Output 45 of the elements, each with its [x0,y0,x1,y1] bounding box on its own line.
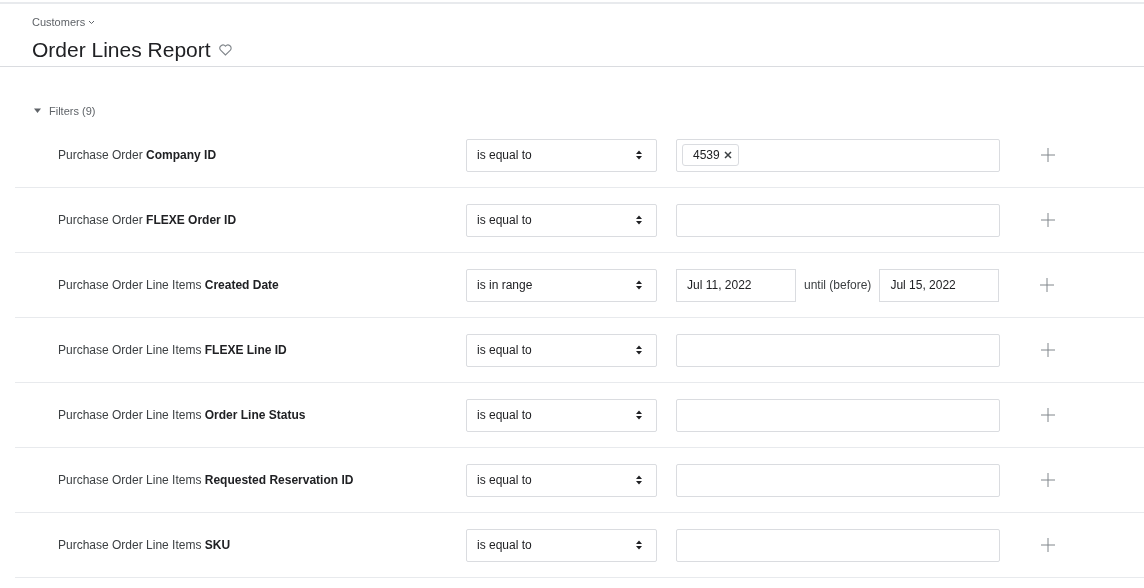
operator-dropdown[interactable]: is equal to [466,333,657,367]
add-icon[interactable] [1040,212,1056,228]
operator-dropdown[interactable]: is equal to [466,398,657,432]
value-field[interactable] [676,333,1000,367]
operator-dropdown[interactable]: is equal to [466,138,657,172]
filter-label: Purchase Order Line Items FLEXE Line ID [57,343,288,357]
filters-toggle[interactable]: Filters (9) [34,105,96,117]
caret-icon [34,108,41,114]
heart-icon[interactable] [218,44,232,56]
operator-dropdown[interactable]: is equal to [466,463,657,497]
filter-label: Purchase Order Line Items Order Line Status [57,408,307,422]
value-field[interactable] [676,203,1000,237]
add-icon[interactable] [1040,472,1056,488]
sort-arrows-icon [636,215,642,225]
chevron-down-icon [88,19,96,25]
operator-dropdown[interactable]: is equal to [466,203,657,237]
sort-arrows-icon [636,150,642,160]
operator-dropdown[interactable]: is in range [466,268,657,302]
sort-arrows-icon [636,280,642,290]
operator-dropdown[interactable]: is equal to [466,528,657,562]
date-field[interactable]: Jul 15, 2022 [879,268,1000,302]
sort-arrows-icon [636,540,642,550]
sort-arrows-icon [636,475,642,485]
value-field[interactable] [676,398,1000,432]
value-chip: 4539 [682,144,739,166]
value-field[interactable] [676,463,1000,497]
add-icon[interactable] [1039,277,1056,293]
range-separator: until (before) [804,278,872,292]
filter-label: Purchase Order Line Items Created Date [57,278,280,292]
value-field[interactable]: 4539 [676,138,1000,172]
filter-label: Purchase Order Line Items Requested Reservation ID [57,473,355,487]
value-field[interactable] [676,528,1000,562]
filter-label: Purchase Order Company ID [57,148,218,162]
sort-arrows-icon [636,410,642,420]
page-title: Order Lines Report [32,38,211,62]
add-icon[interactable] [1040,407,1056,423]
filter-label: Purchase Order Line Items SKU [57,538,232,552]
add-icon[interactable] [1040,537,1056,553]
filter-label: Purchase Order FLEXE Order ID [57,213,238,227]
close-icon[interactable] [723,151,732,159]
date-field[interactable]: Jul 11, 2022 [676,268,796,302]
add-icon[interactable] [1040,147,1056,163]
breadcrumb-link[interactable]: Customers [32,16,96,28]
add-icon[interactable] [1040,342,1056,358]
sort-arrows-icon [636,345,642,355]
